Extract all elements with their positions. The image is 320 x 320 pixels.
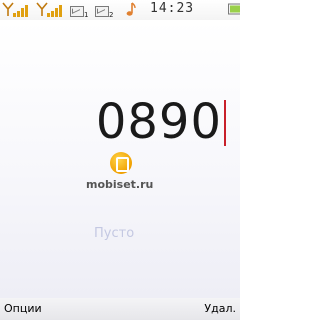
status-bar: 1 2 14:23	[0, 0, 240, 20]
sim2-indicator: 2	[109, 11, 114, 19]
status-time: 14:23	[150, 1, 195, 16]
battery-icon	[228, 3, 240, 15]
text-cursor	[224, 100, 226, 146]
empty-label: Пусто	[94, 226, 135, 241]
watermark-text: mobiset.ru	[86, 178, 154, 191]
dialer-area: 0890 mobiset.ru Пусто	[0, 20, 240, 298]
message-icon	[70, 6, 84, 17]
softkey-bar: Опции Удал.	[0, 298, 240, 320]
phone-screen: 1 2 14:23 0890 mobiset.ru Пусто Опции Уд…	[0, 0, 240, 320]
delete-softkey[interactable]: Удал.	[204, 301, 236, 317]
sim1-indicator: 1	[84, 11, 89, 19]
options-softkey[interactable]: Опции	[4, 301, 42, 317]
signal-strength-icon	[47, 3, 63, 17]
message-icon	[95, 6, 109, 17]
dialed-number[interactable]: 0890	[96, 94, 222, 150]
mobiset-logo-icon	[110, 152, 132, 174]
music-note-icon	[126, 2, 136, 16]
signal-strength-icon	[13, 3, 29, 17]
